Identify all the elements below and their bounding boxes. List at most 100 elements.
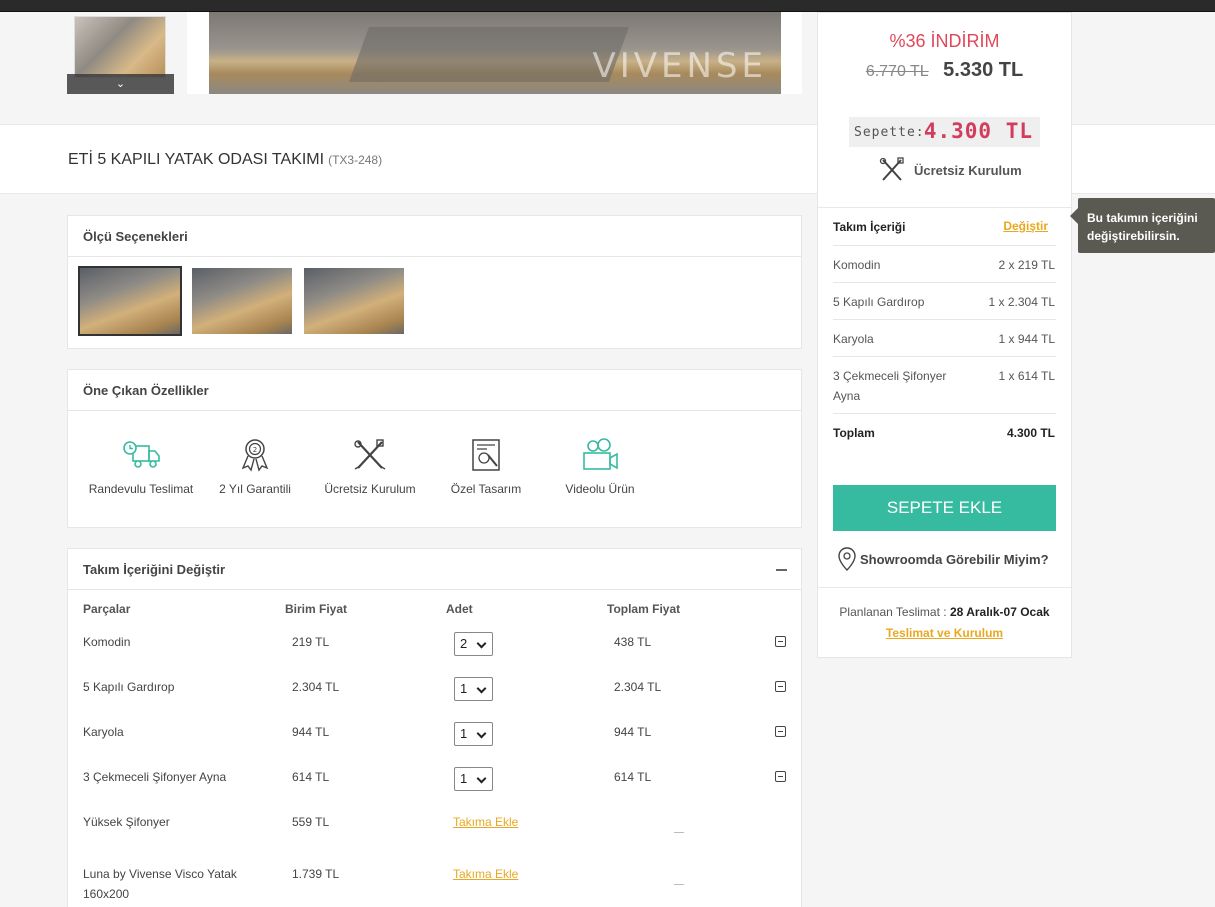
divider: [833, 356, 1056, 357]
remove-item-icon[interactable]: [775, 726, 786, 737]
product-image-container: VIVENSE: [187, 12, 802, 94]
summary-item-value: 1 x 944 TL: [998, 332, 1055, 346]
gallery-thumbnail[interactable]: [74, 16, 166, 78]
empty-total-dash: [674, 832, 684, 833]
remove-item-icon[interactable]: [775, 771, 786, 782]
set-editor-header[interactable]: Takım İçeriğini Değiştir: [68, 549, 801, 590]
discount-badge: %36 İNDİRİM: [889, 31, 1000, 51]
row-unit-price: 1.739 TL: [292, 867, 340, 881]
col-header-part: Parçalar: [83, 602, 131, 616]
size-option-1[interactable]: [78, 266, 182, 336]
size-options-title: Ölçü Seçenekleri: [68, 216, 801, 257]
add-to-set-link[interactable]: Takıma Ekle: [453, 867, 518, 881]
feature-label: Ücretsiz Kurulum: [324, 482, 416, 496]
quantity-select[interactable]: 2: [454, 632, 493, 656]
feature-label: Videolu Ürün: [565, 482, 635, 496]
change-set-link[interactable]: Değiştir: [1003, 219, 1048, 233]
delivery-label: Planlanan Teslimat :: [839, 605, 947, 619]
product-title-text: ETİ 5 KAPILI YATAK ODASI TAKIMI: [68, 151, 325, 168]
row-unit-price: 559 TL: [292, 815, 330, 829]
new-price: 5.330 TL: [943, 59, 1024, 81]
size-option-2[interactable]: [192, 268, 292, 334]
row-part-name-line2: 160x200: [83, 887, 130, 901]
divider: [833, 413, 1056, 414]
row-part-name: Komodin: [83, 635, 131, 649]
col-header-total: Toplam Fiyat: [607, 602, 681, 616]
summary-item-name: 5 Kapılı Gardırop: [833, 295, 925, 309]
feature-video: Videolu Ürün: [540, 438, 660, 498]
summary-item-name-line2: Ayna: [833, 389, 861, 403]
row-unit-price: 2.304 TL: [292, 680, 340, 694]
top-bar: [0, 0, 1215, 12]
row-part-name: 3 Çekmeceli Şifonyer Ayna: [83, 770, 227, 784]
add-to-set-link[interactable]: Takıma Ekle: [453, 815, 518, 829]
divider: [833, 245, 1056, 246]
features-title: Öne Çıkan Özellikler: [68, 370, 801, 411]
row-unit-price: 944 TL: [292, 725, 330, 739]
row-part-name: Karyola: [83, 725, 124, 739]
row-part-name: Luna by Vivense Visco Yatak: [83, 867, 237, 881]
divider: [833, 282, 1056, 283]
row-total-price: 614 TL: [614, 770, 652, 784]
summary-total-label: Toplam: [833, 426, 875, 440]
divider: [818, 587, 1071, 588]
product-title-band: ETİ 5 KAPILI YATAK ODASI TAKIMI (TX3-248): [0, 124, 817, 194]
summary-item-value: 1 x 2.304 TL: [988, 295, 1056, 309]
tools-icon: [354, 439, 386, 470]
size-option-3[interactable]: [304, 268, 404, 334]
remove-item-icon[interactable]: [775, 681, 786, 692]
summary-item-name: 3 Çekmeceli Şifonyer: [833, 369, 947, 383]
showroom-label: Showroomda Görebilir Miyim?: [860, 552, 1049, 567]
quantity-select[interactable]: 1: [454, 677, 493, 701]
set-editor-panel: Takım İçeriğini Değiştir Parçalar Birim …: [67, 548, 802, 907]
summary-total-value: 4.300 TL: [1006, 426, 1055, 440]
feature-label: Randevulu Teslimat: [88, 482, 194, 496]
row-total-price: 944 TL: [614, 725, 652, 739]
feature-warranty: 2 2 Yıl Garantili: [195, 438, 315, 498]
col-header-qty: Adet: [446, 602, 473, 616]
change-set-tooltip: Bu takımın içeriğini değiştirebilirsin.: [1070, 198, 1215, 253]
summary-item-name: Karyola: [833, 332, 874, 346]
delivery-installation-link[interactable]: Teslimat ve Kurulum: [818, 626, 1071, 640]
svg-text:2: 2: [253, 446, 257, 454]
collapse-minus-icon[interactable]: [776, 569, 787, 571]
video-camera-icon: [583, 438, 618, 470]
row-unit-price: 614 TL: [292, 770, 330, 784]
row-part-name: 5 Kapılı Gardırop: [83, 680, 175, 694]
tooltip-line1: Bu takımın içeriğini: [1087, 211, 1198, 225]
row-part-name: Yüksek Şifonyer: [83, 815, 170, 829]
row-unit-price: 219 TL: [292, 635, 330, 649]
set-contents-label: Takım İçeriği: [833, 220, 906, 234]
quantity-select[interactable]: 1: [454, 722, 493, 746]
tools-icon: [879, 157, 904, 181]
feature-label: 2 Yıl Garantili: [219, 482, 291, 496]
tooltip-line2: değiştirebilirsin.: [1087, 229, 1180, 243]
planned-delivery: Planlanan Teslimat : 28 Aralık-07 Ocak: [818, 605, 1071, 619]
delivery-truck-icon: [123, 441, 160, 468]
price-sidebar: %36 İNDİRİM 6.770 TL 5.330 TL Sepette: 4…: [817, 12, 1072, 658]
product-title: ETİ 5 KAPILI YATAK ODASI TAKIMI (TX3-248): [68, 151, 382, 169]
feature-delivery: Randevulu Teslimat: [81, 438, 201, 498]
remove-item-icon[interactable]: [775, 636, 786, 647]
design-icon: [472, 439, 500, 471]
price-row: 6.770 TL 5.330 TL: [818, 59, 1071, 82]
divider: [818, 207, 1071, 208]
add-to-cart-button[interactable]: SEPETE EKLE: [833, 485, 1056, 531]
feature-installation: Ücretsiz Kurulum: [310, 438, 430, 498]
row-total-price: 438 TL: [614, 635, 652, 649]
basket-price-box: Sepette: 4.300 TL: [849, 117, 1040, 147]
gallery-thumbnails: ⌄: [67, 12, 174, 94]
old-price: 6.770 TL: [865, 63, 929, 80]
chevron-down-icon[interactable]: ⌄: [67, 74, 174, 94]
row-total-price: 2.304 TL: [614, 680, 662, 694]
set-editor-title: Takım İçeriğini Değiştir: [83, 562, 226, 577]
quantity-select[interactable]: 1: [454, 767, 493, 791]
basket-label: Sepette:: [854, 125, 925, 140]
divider: [833, 319, 1056, 320]
col-header-unit-price: Birim Fiyat: [285, 602, 348, 616]
feature-design: Özel Tasarım: [426, 438, 546, 498]
free-installation-label: Ücretsiz Kurulum: [914, 163, 1022, 178]
location-pin-icon: [838, 547, 856, 571]
product-main-image[interactable]: VIVENSE: [209, 12, 781, 94]
delivery-dates: 28 Aralık-07 Ocak: [949, 605, 1050, 619]
